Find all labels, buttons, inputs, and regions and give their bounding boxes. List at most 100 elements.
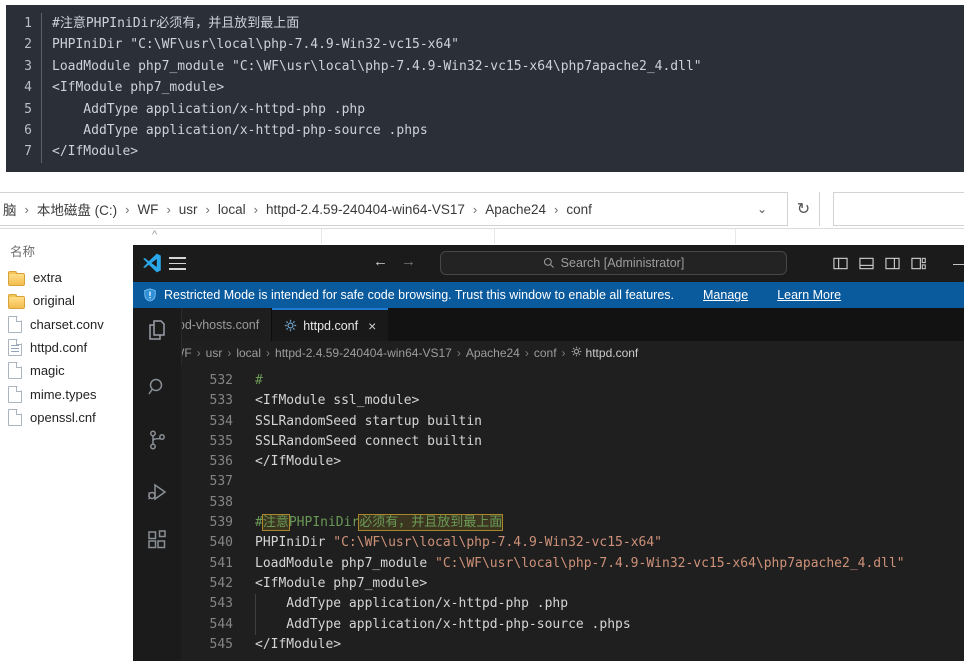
- toggle-secondary-sidebar-icon[interactable]: [885, 256, 900, 271]
- chevron-right-icon: ›: [227, 346, 231, 360]
- file-name: httpd.conf: [30, 340, 87, 355]
- file-name: extra: [33, 270, 62, 285]
- chevron-down-icon[interactable]: ⌄: [757, 202, 767, 216]
- chevron-right-icon: ›: [554, 202, 558, 217]
- minimize-button[interactable]: —: [953, 255, 964, 271]
- editor-line[interactable]: 544 AddType application/x-httpd-php-sour…: [181, 615, 964, 635]
- breadcrumb-segment[interactable]: 脑: [3, 199, 17, 219]
- line-number: 544: [181, 615, 233, 635]
- line-number: 536: [181, 452, 233, 472]
- breadcrumb[interactable]: C:›WF›usr›local›httpd-2.4.59-240404-win6…: [133, 341, 964, 365]
- editor-line[interactable]: 541 LoadModule php7_module "C:\WF\usr\loc…: [181, 554, 964, 574]
- breadcrumb-segment[interactable]: WF: [137, 202, 158, 217]
- toggle-primary-sidebar-icon[interactable]: [833, 256, 848, 271]
- sort-ascending-icon: ^: [152, 229, 157, 241]
- gear-icon: [571, 346, 582, 360]
- snippet-line: 5 AddType application/x-httpd-php .php: [6, 99, 964, 120]
- file-row[interactable]: mime.types: [0, 382, 133, 405]
- source-control-icon[interactable]: [145, 428, 169, 452]
- editor-line[interactable]: 545 </IfModule>: [181, 635, 964, 655]
- line-code: LoadModule php7_module "C:\WF\usr\local\…: [255, 554, 905, 574]
- editor-line[interactable]: 536</IfModule>: [181, 452, 964, 472]
- restricted-mode-banner: Restricted Mode is intended for safe cod…: [133, 282, 964, 308]
- editor-line[interactable]: 543 AddType application/x-httpd-php .php: [181, 594, 964, 614]
- tab-httpd-conf[interactable]: httpd.conf ×: [272, 308, 388, 341]
- file-row[interactable]: charset.conv: [0, 313, 133, 336]
- manage-link[interactable]: Manage: [703, 288, 748, 302]
- editor-line[interactable]: 532#: [181, 371, 964, 391]
- breadcrumb-segment[interactable]: 本地磁盘 (C:): [37, 199, 117, 219]
- refresh-icon: ↻: [797, 199, 810, 219]
- editor-line[interactable]: 542 <IfModule php7_module>: [181, 574, 964, 594]
- code-segment: </IfModule>: [255, 637, 341, 652]
- code-segment: PHPIniDir: [255, 535, 333, 550]
- folder-icon: [8, 296, 25, 309]
- breadcrumb-segment[interactable]: local: [218, 202, 246, 217]
- snippet-lines: 1#注意PHPIniDir必须有，并且放到最上面2PHPIniDir "C:\W…: [6, 13, 964, 163]
- search-highlight: 注意: [263, 515, 289, 530]
- file-row[interactable]: openssl.cnf: [0, 406, 133, 429]
- code-editor[interactable]: 532#533<IfModule ssl_module>534SSLRandom…: [181, 365, 964, 661]
- divider: [0, 228, 964, 229]
- forward-arrow-icon[interactable]: →: [401, 253, 416, 270]
- editor-line[interactable]: 539#注意PHPIniDir必须有，并且放到最上面: [181, 513, 964, 533]
- editor-line[interactable]: 535SSLRandomSeed connect builtin: [181, 432, 964, 452]
- search-icon[interactable]: [145, 375, 169, 399]
- code-segment: "C:\WF\usr\local\php-7.4.9-Win32-vc15-x6…: [435, 556, 905, 571]
- toggle-panel-icon[interactable]: [859, 256, 874, 271]
- breadcrumb-file[interactable]: httpd.conf: [571, 346, 639, 360]
- customize-layout-icon[interactable]: [911, 256, 926, 271]
- breadcrumb-segment[interactable]: conf: [566, 202, 592, 217]
- explorer-search-input[interactable]: [833, 192, 964, 226]
- breadcrumb-segment[interactable]: usr: [179, 202, 198, 217]
- file-row[interactable]: magic: [0, 359, 133, 382]
- file-name: openssl.cnf: [30, 410, 96, 425]
- breadcrumb-segment[interactable]: local: [236, 346, 261, 360]
- line-number: 541: [181, 554, 233, 574]
- line-number: 538: [181, 493, 233, 513]
- line-number: 542: [181, 574, 233, 594]
- column-header-name[interactable]: 名称: [10, 241, 35, 260]
- file-row[interactable]: httpd.conf: [0, 336, 133, 359]
- chevron-right-icon: ›: [254, 202, 258, 217]
- breadcrumb-segment[interactable]: Apache24: [485, 202, 546, 217]
- address-bar[interactable]: 脑›本地磁盘 (C:)›WF›usr›local›httpd-2.4.59-24…: [0, 192, 820, 226]
- line-number: 4: [6, 77, 32, 98]
- line-code: SSLRandomSeed connect builtin: [255, 432, 482, 452]
- menu-hamburger-icon[interactable]: [169, 257, 186, 270]
- file-row[interactable]: extra: [0, 266, 133, 289]
- learn-more-link[interactable]: Learn More: [777, 288, 841, 302]
- extensions-icon[interactable]: [145, 528, 169, 552]
- snippet-line: 3LoadModule php7_module "C:\WF\usr\local…: [6, 56, 964, 77]
- line-number: 545: [181, 635, 233, 655]
- breadcrumb-segment[interactable]: usr: [206, 346, 223, 360]
- explorer-icon[interactable]: [145, 318, 169, 342]
- editor-line[interactable]: 537: [181, 472, 964, 492]
- code-segment: #: [255, 373, 263, 388]
- line-code: LoadModule php7_module "C:\WF\usr\local\…: [41, 56, 702, 77]
- chevron-right-icon: ›: [457, 346, 461, 360]
- run-debug-icon[interactable]: [145, 480, 169, 504]
- breadcrumb-segment[interactable]: Apache24: [466, 346, 520, 360]
- editor-line[interactable]: 538: [181, 493, 964, 513]
- breadcrumb-segment[interactable]: conf: [534, 346, 557, 360]
- editor-line[interactable]: 533<IfModule ssl_module>: [181, 391, 964, 411]
- address-segments: 脑›本地磁盘 (C:)›WF›usr›local›httpd-2.4.59-24…: [9, 199, 594, 219]
- gear-icon: [284, 319, 297, 332]
- file-row[interactable]: original: [0, 289, 133, 312]
- breadcrumb-segment[interactable]: httpd-2.4.59-240404-win64-VS17: [275, 346, 452, 360]
- indent-guide: [255, 615, 256, 635]
- line-code: #注意PHPIniDir必须有，并且放到最上面: [41, 13, 299, 34]
- back-arrow-icon[interactable]: ←: [373, 253, 388, 270]
- chevron-right-icon: ›: [473, 202, 477, 217]
- snippet-line: 1#注意PHPIniDir必须有，并且放到最上面: [6, 13, 964, 34]
- code-segment: <IfModule php7_module>: [255, 576, 427, 591]
- editor-line[interactable]: 534SSLRandomSeed startup builtin: [181, 412, 964, 432]
- command-search-box[interactable]: Search [Administrator]: [440, 251, 787, 275]
- chevron-right-icon: ›: [525, 346, 529, 360]
- refresh-button[interactable]: ↻: [787, 192, 820, 226]
- close-icon[interactable]: ×: [368, 318, 376, 334]
- breadcrumb-segment[interactable]: httpd-2.4.59-240404-win64-VS17: [266, 202, 465, 217]
- editor-line[interactable]: 540PHPIniDir "C:\WF\usr\local\php-7.4.9-…: [181, 533, 964, 553]
- line-number: 539: [181, 513, 233, 533]
